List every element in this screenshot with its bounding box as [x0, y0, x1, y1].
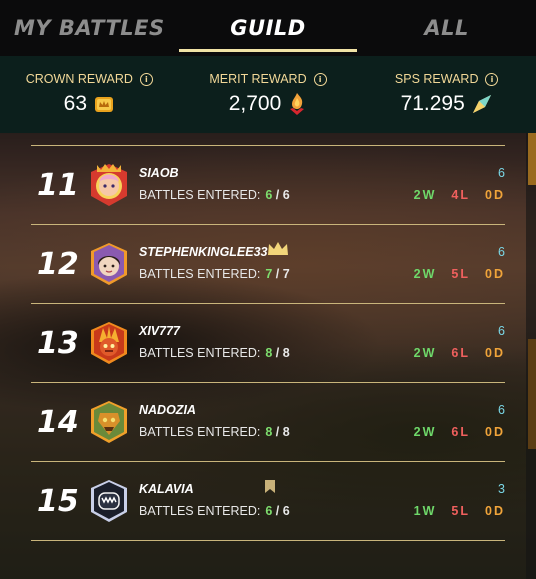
- battles-total-count: 6: [282, 504, 290, 518]
- rank-number: 15: [37, 484, 79, 519]
- wins-count: 2W: [413, 346, 437, 360]
- reward-summary: CROWN REWARD i 63 MERIT REWARD i 2,700 S…: [0, 56, 536, 133]
- crown-reward: CROWN REWARD i 63: [0, 56, 179, 133]
- draws-count: 0D: [485, 188, 505, 202]
- battles-entered: BATTLES ENTERED: 6 / 6: [139, 188, 290, 202]
- info-icon[interactable]: i: [313, 72, 327, 86]
- leaderboard-row[interactable]: 12 STEPHENKINGLEE33 BATTLES ENTERED: 7 / …: [31, 224, 505, 303]
- player-avatar[interactable]: [87, 478, 131, 524]
- battles-total-count: 8: [282, 346, 290, 360]
- player-name[interactable]: NADOZIA: [139, 403, 196, 417]
- merit-flame-icon: [290, 93, 305, 115]
- win-loss-record: 2W 5L 0D: [414, 267, 505, 281]
- wins-count: 2W: [413, 188, 437, 202]
- player-name[interactable]: STEPHENKINGLEE33: [139, 245, 268, 259]
- player-avatar[interactable]: [87, 241, 131, 287]
- crown-icon: [268, 242, 288, 255]
- merit-reward-label: MERIT REWARD: [209, 72, 307, 86]
- battles-entered: BATTLES ENTERED: 6 / 6: [139, 504, 290, 518]
- leaderboard-row[interactable]: 13 XIV777 BATTLES ENTERED: 8 / 8 6 2W 6L …: [31, 303, 505, 382]
- battles-entered: BATTLES ENTERED: 8 / 8: [139, 425, 290, 439]
- rank-number: 13: [37, 326, 79, 361]
- draws-count: 0D: [485, 267, 505, 281]
- losses-count: 6L: [451, 425, 471, 439]
- merit-reward-value: 2,700: [228, 92, 282, 115]
- battles-total-count: 8: [282, 425, 290, 439]
- win-loss-record: 2W 6L 0D: [414, 425, 505, 439]
- battles-entered-label: BATTLES ENTERED:: [139, 267, 261, 281]
- rank-number: 12: [37, 247, 79, 282]
- battles-entered-label: BATTLES ENTERED:: [139, 425, 261, 439]
- battles-total-count: 7: [282, 267, 290, 281]
- losses-count: 6L: [451, 346, 471, 360]
- scrollbar-thumb[interactable]: [528, 339, 536, 449]
- player-score: 6: [498, 403, 505, 417]
- leaderboard-row[interactable]: 14 NADOZIA BATTLES ENTERED: 8 / 8 6 2W 6L…: [31, 382, 505, 461]
- sps-reward-label: SPS REWARD: [394, 72, 479, 86]
- info-icon[interactable]: i: [485, 72, 499, 86]
- player-avatar[interactable]: [87, 320, 131, 366]
- sps-reward-value: 71.295: [400, 92, 465, 115]
- draws-count: 0D: [485, 504, 505, 518]
- tab-my-battles[interactable]: MY BATTLES: [0, 0, 179, 56]
- leaderboard-row[interactable]: 15 KALAVIA BATTLES ENTERED: 6 / 6 3 1W 5L…: [31, 461, 505, 541]
- player-avatar[interactable]: [87, 399, 131, 445]
- merit-reward: MERIT REWARD i 2,700: [179, 56, 358, 133]
- crown-reward-label: CROWN REWARD: [25, 72, 133, 86]
- win-loss-record: 2W 6L 0D: [414, 346, 505, 360]
- rank-number: 11: [37, 168, 79, 203]
- scrollbar-top-segment[interactable]: [528, 133, 536, 185]
- player-score: 6: [498, 245, 505, 259]
- battles-entered: BATTLES ENTERED: 7 / 7: [139, 267, 290, 281]
- tab-all[interactable]: ALL: [357, 0, 536, 56]
- battles-total-count: 6: [282, 188, 290, 202]
- player-score: 6: [498, 324, 505, 338]
- player-name[interactable]: SIAOB: [139, 166, 179, 180]
- rank-number: 14: [37, 405, 79, 440]
- crown-token-icon: [95, 97, 114, 112]
- tab-guild[interactable]: GUILD: [178, 0, 358, 56]
- player-avatar[interactable]: [87, 162, 131, 208]
- battles-entered-label: BATTLES ENTERED:: [139, 504, 261, 518]
- battles-entered-label: BATTLES ENTERED:: [139, 346, 261, 360]
- wins-count: 1W: [413, 504, 437, 518]
- leaderboard-row[interactable]: 11 SIAOB BATTLES ENTERED: 6 / 6 6 2W 4L 0…: [31, 145, 505, 224]
- win-loss-record: 1W 5L 0D: [414, 504, 505, 518]
- wins-count: 2W: [413, 425, 437, 439]
- crown-reward-value: 63: [63, 92, 88, 115]
- losses-count: 5L: [451, 267, 471, 281]
- win-loss-record: 2W 4L 0D: [414, 188, 505, 202]
- losses-count: 5L: [451, 504, 471, 518]
- sps-reward: SPS REWARD i 71.295: [357, 56, 536, 133]
- battles-entered: BATTLES ENTERED: 8 / 8: [139, 346, 290, 360]
- wins-count: 2W: [413, 267, 437, 281]
- player-score: 3: [498, 482, 505, 496]
- player-name[interactable]: KALAVIA: [139, 482, 194, 496]
- player-name[interactable]: XIV777: [139, 324, 180, 338]
- info-icon[interactable]: i: [139, 72, 153, 86]
- draws-count: 0D: [485, 425, 505, 439]
- bookmark-icon: [265, 480, 275, 493]
- losses-count: 4L: [451, 188, 471, 202]
- guild-leaderboard: 11 SIAOB BATTLES ENTERED: 6 / 6 6 2W 4L 0…: [31, 145, 505, 541]
- player-score: 6: [498, 166, 505, 180]
- battles-entered-label: BATTLES ENTERED:: [139, 188, 261, 202]
- sps-crystal-icon: [472, 95, 491, 113]
- draws-count: 0D: [485, 346, 505, 360]
- battle-tabs: MY BATTLES GUILD ALL: [0, 0, 536, 56]
